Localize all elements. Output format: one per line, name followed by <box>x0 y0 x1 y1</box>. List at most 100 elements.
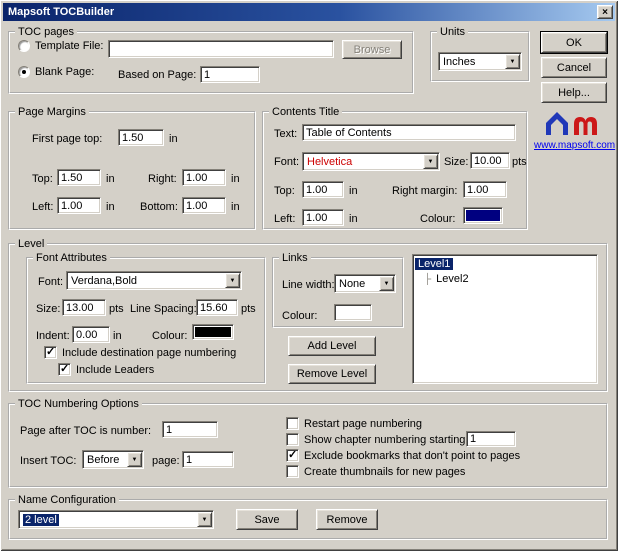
page-after-toc-input[interactable] <box>162 421 218 438</box>
include-destination-checkbox-input[interactable] <box>44 346 57 359</box>
remove-button[interactable]: Remove <box>316 509 378 530</box>
tree-item-level2[interactable]: Level2 <box>436 273 468 285</box>
title-left-input[interactable] <box>302 209 344 226</box>
units-dropdown-icon[interactable]: ▼ <box>505 54 520 69</box>
mapsoft-logo-red-shape <box>574 117 597 135</box>
line-width-select[interactable]: None ▼ <box>334 274 396 293</box>
line-spacing-label: Line Spacing: <box>130 303 197 316</box>
blank-page-label[interactable]: Blank Page: <box>35 66 94 78</box>
template-file-radio[interactable]: Template File: <box>18 40 103 52</box>
title-size-label: Size: <box>444 156 468 169</box>
margin-bottom-input[interactable] <box>182 197 226 214</box>
title-font-value: Helvetica <box>305 155 422 168</box>
include-destination-label[interactable]: Include destination page numbering <box>62 347 236 359</box>
blank-page-radio[interactable]: Blank Page: <box>18 66 94 78</box>
tree-item-level1[interactable]: Level1 <box>415 258 453 270</box>
name-configuration-select[interactable]: 2 level ▼ <box>18 510 214 529</box>
insert-toc-value: Before <box>85 453 126 466</box>
remove-level-button[interactable]: Remove Level <box>288 364 376 384</box>
ok-button[interactable]: OK <box>541 32 607 53</box>
exclude-bookmarks-checkbox[interactable]: Exclude bookmarks that don't point to pa… <box>286 449 520 462</box>
tree-row[interactable]: ├ Level2 <box>415 272 595 287</box>
title-right-margin-input[interactable] <box>463 181 507 198</box>
cancel-button[interactable]: Cancel <box>541 57 607 78</box>
level-font-value: Verdana,Bold <box>69 274 224 287</box>
help-button[interactable]: Help... <box>541 82 607 103</box>
title-font-select[interactable]: Helvetica ▼ <box>302 152 440 171</box>
title-size-input[interactable] <box>470 152 510 169</box>
close-button[interactable]: × <box>597 5 613 19</box>
include-leaders-checkbox-input[interactable] <box>58 363 71 376</box>
line-width-dropdown-icon[interactable]: ▼ <box>379 276 394 291</box>
units-select[interactable]: Inches ▼ <box>438 52 522 71</box>
level-colour-swatch[interactable] <box>192 324 234 340</box>
links-colour-fill <box>337 307 369 318</box>
font-attributes-legend: Font Attributes <box>33 252 110 264</box>
template-file-label[interactable]: Template File: <box>35 40 103 52</box>
title-font-dropdown-icon[interactable]: ▼ <box>423 154 438 169</box>
create-thumbnails-label[interactable]: Create thumbnails for new pages <box>304 466 465 478</box>
line-spacing-input[interactable] <box>196 299 238 316</box>
indent-unit: in <box>113 330 122 343</box>
margin-top-input[interactable] <box>57 169 101 186</box>
chapter-numbering-checkbox[interactable]: Show chapter numbering starting at: <box>286 433 481 446</box>
margin-left-label: Left: <box>32 201 53 214</box>
add-level-button[interactable]: Add Level <box>288 336 376 356</box>
chapter-numbering-label[interactable]: Show chapter numbering starting at: <box>304 434 481 446</box>
exclude-bookmarks-label[interactable]: Exclude bookmarks that don't point to pa… <box>304 450 520 462</box>
based-on-page-input[interactable] <box>200 66 260 83</box>
restart-numbering-label[interactable]: Restart page numbering <box>304 418 422 430</box>
insert-toc-label: Insert TOC: <box>20 455 76 468</box>
restart-numbering-checkbox[interactable]: Restart page numbering <box>286 417 422 430</box>
title-colour-swatch[interactable] <box>463 207 503 224</box>
links-colour-label: Colour: <box>282 310 317 323</box>
level-size-input[interactable] <box>62 299 106 316</box>
indent-input[interactable] <box>72 326 110 343</box>
create-thumbnails-checkbox[interactable]: Create thumbnails for new pages <box>286 465 465 478</box>
chapter-numbering-checkbox-input[interactable] <box>286 433 299 446</box>
titlebar: Mapsoft TOCBuilder <box>3 3 615 21</box>
title-font-label: Font: <box>274 156 299 169</box>
insert-page-input[interactable] <box>182 451 234 468</box>
insert-page-label: page: <box>152 455 180 468</box>
chapter-start-input[interactable] <box>466 431 516 447</box>
first-page-top-input[interactable] <box>118 129 164 146</box>
name-configuration-legend: Name Configuration <box>15 494 119 506</box>
template-file-input[interactable] <box>108 40 334 58</box>
mapsoft-logo-blue-shape <box>546 112 568 135</box>
name-configuration-value: 2 level <box>23 514 59 526</box>
margin-right-input[interactable] <box>182 169 226 186</box>
level-legend: Level <box>15 238 47 250</box>
restart-numbering-checkbox-input[interactable] <box>286 417 299 430</box>
margin-top-label: Top: <box>32 173 53 186</box>
title-top-input[interactable] <box>302 181 344 198</box>
tocbuilder-dialog: Mapsoft TOCBuilder × TOC pages Units Pag… <box>0 0 618 551</box>
level-font-dropdown-icon[interactable]: ▼ <box>225 273 240 288</box>
blank-page-radio-input[interactable] <box>18 66 30 78</box>
level-tree-list[interactable]: Level1 ├ Level2 <box>412 254 598 384</box>
toc-pages-legend: TOC pages <box>15 26 77 38</box>
include-leaders-checkbox[interactable]: Include Leaders <box>58 363 154 376</box>
links-colour-swatch[interactable] <box>334 304 372 321</box>
title-top-unit: in <box>349 185 358 198</box>
level-font-select[interactable]: Verdana,Bold ▼ <box>66 271 242 290</box>
create-thumbnails-checkbox-input[interactable] <box>286 465 299 478</box>
browse-button[interactable]: Browse <box>342 40 402 59</box>
margin-bottom-unit: in <box>231 201 240 214</box>
first-page-top-unit: in <box>169 133 178 146</box>
mapsoft-logo <box>545 110 601 136</box>
save-button[interactable]: Save <box>236 509 298 530</box>
title-text-input[interactable] <box>302 124 516 141</box>
include-destination-checkbox[interactable]: Include destination page numbering <box>44 346 236 359</box>
margin-left-input[interactable] <box>57 197 101 214</box>
name-configuration-dropdown-icon[interactable]: ▼ <box>197 512 212 527</box>
include-leaders-label[interactable]: Include Leaders <box>76 364 154 376</box>
insert-toc-dropdown-icon[interactable]: ▼ <box>127 452 142 467</box>
level-colour-fill <box>195 327 231 337</box>
exclude-bookmarks-checkbox-input[interactable] <box>286 449 299 462</box>
mapsoft-website-link[interactable]: www.mapsoft.com <box>534 140 615 151</box>
insert-toc-select[interactable]: Before ▼ <box>82 450 144 469</box>
template-file-radio-input[interactable] <box>18 40 30 52</box>
indent-label: Indent: <box>36 330 70 343</box>
tree-row[interactable]: Level1 <box>415 257 595 272</box>
